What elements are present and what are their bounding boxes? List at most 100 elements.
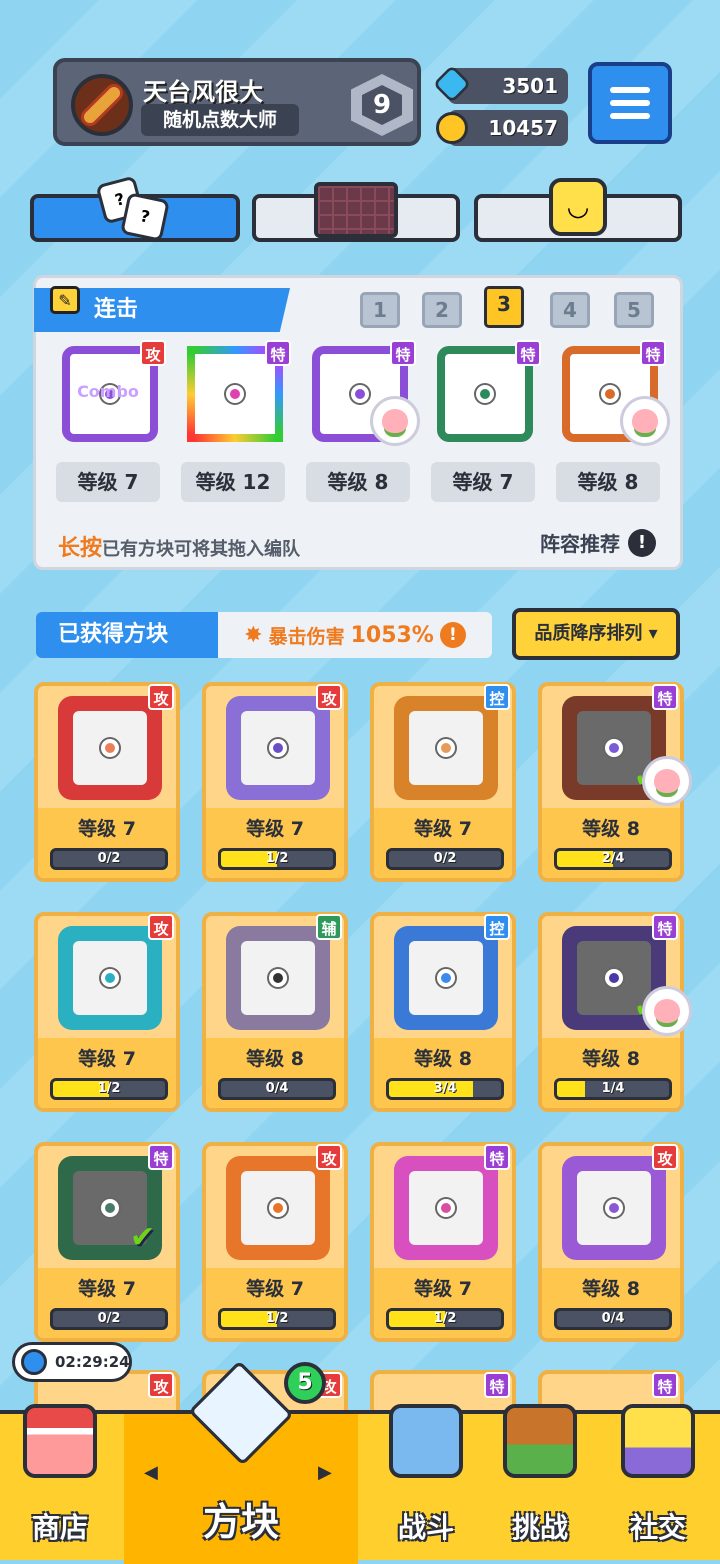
dice-face xyxy=(226,926,330,1030)
dice-dot xyxy=(605,739,623,757)
dice-inner xyxy=(241,711,315,785)
menu-button[interactable] xyxy=(588,62,672,144)
type-tag: 辅 xyxy=(316,914,342,940)
nav-right-arrow-icon[interactable]: ▶ xyxy=(318,1462,332,1483)
type-tag: 特 xyxy=(652,684,678,710)
card-level: 等级 7 xyxy=(414,1278,472,1300)
dice-inner xyxy=(73,711,147,785)
edit-icon[interactable]: ✎ xyxy=(50,286,80,314)
type-tag: 攻 xyxy=(140,340,166,366)
dice-dot xyxy=(269,969,287,987)
card-level: 等级 8 xyxy=(582,818,640,840)
combo-label: Combo xyxy=(77,382,139,401)
dice-face xyxy=(226,696,330,800)
dice-card[interactable]: 攻等级 8 0/4 xyxy=(538,1142,684,1342)
challenge-icon xyxy=(503,1404,577,1478)
page-tab-1[interactable]: 1 xyxy=(360,292,400,328)
dice-card[interactable]: 辅等级 8 0/4 xyxy=(202,912,348,1112)
progress-text: 0/2 xyxy=(433,851,457,866)
peach-icon xyxy=(642,756,692,806)
hint-highlight: 长按 xyxy=(58,536,103,561)
lineup-slot[interactable]: 攻 Combo xyxy=(56,340,166,448)
lineup-slot[interactable]: 特 xyxy=(431,340,541,448)
card-level: 等级 7 xyxy=(78,818,136,840)
upgrade-progress-bar: 1/2 xyxy=(50,1078,168,1100)
dice-dot xyxy=(101,1199,119,1217)
nav-social[interactable]: 社交 xyxy=(598,1404,718,1564)
dice-dot xyxy=(226,385,244,403)
type-tag: 攻 xyxy=(316,1144,342,1170)
slot-level: 等级 7 xyxy=(431,462,535,502)
lineup-slot[interactable]: 特 xyxy=(306,340,420,448)
dice-icon: ? ? xyxy=(95,175,170,242)
sort-button[interactable]: 品质降序排列 ▾ xyxy=(512,608,680,660)
dice-card[interactable]: 特等级 7 1/2 xyxy=(370,1142,516,1342)
dice-card[interactable]: 特 ✔ 等级 7 0/2 xyxy=(34,1142,180,1342)
dice-inner xyxy=(73,941,147,1015)
dice-card[interactable]: 攻等级 7 0/2 xyxy=(34,682,180,882)
dice-card[interactable]: 攻等级 7 1/2 xyxy=(202,1142,348,1342)
rank-badge: 9 xyxy=(351,74,413,136)
dice-dot xyxy=(605,969,623,987)
upgrade-progress-bar: 0/2 xyxy=(50,1308,168,1330)
notification-badge: 5 xyxy=(284,1362,326,1404)
dice-inner xyxy=(409,711,483,785)
upgrade-progress-bar: 1/2 xyxy=(386,1308,504,1330)
dice-card[interactable]: 控等级 8 3/4 xyxy=(370,912,516,1112)
card-level: 等级 7 xyxy=(414,818,472,840)
dice-face xyxy=(394,926,498,1030)
dice-dot xyxy=(437,969,455,987)
page-tab-4[interactable]: 4 xyxy=(550,292,590,328)
dice-inner xyxy=(409,1171,483,1245)
dice-inner xyxy=(409,941,483,1015)
dice-dot xyxy=(476,385,494,403)
upgrade-progress-bar: 0/4 xyxy=(218,1078,336,1100)
recommend-button[interactable]: 阵容推荐! xyxy=(540,528,656,557)
lineup-panel: 连击 ✎ 1 2 3 4 5 攻 Combo 等级 7 特等级 12 特等级 8 特等级 … xyxy=(33,275,683,570)
dice-card[interactable]: 特✔等级 81/4 xyxy=(538,912,692,1112)
type-tag: 特 xyxy=(265,340,291,366)
dice-dot xyxy=(351,385,369,403)
menu-line xyxy=(610,100,650,106)
page-tab-3[interactable]: 3 xyxy=(484,286,524,328)
nav-cubes[interactable]: 方块 xyxy=(124,1360,358,1564)
dice-face xyxy=(562,1156,666,1260)
player-name: 天台风很大 xyxy=(143,78,263,106)
nav-shop[interactable]: 商店 xyxy=(0,1404,120,1564)
progress-text: 1/2 xyxy=(265,851,289,866)
page-tab-5[interactable]: 5 xyxy=(614,292,654,328)
type-tag: 特 xyxy=(652,1372,678,1398)
dice-card[interactable]: 控等级 7 0/2 xyxy=(370,682,516,882)
card-level: 等级 8 xyxy=(414,1048,472,1070)
upgrade-progress-bar: 2/4 xyxy=(554,848,672,870)
timer-text: 02:29:24 xyxy=(55,1353,130,1371)
progress-text: 1/2 xyxy=(433,1311,457,1326)
tab-emoji[interactable]: ◡ xyxy=(474,178,682,242)
type-tag: 特 xyxy=(515,340,541,366)
dice-dot xyxy=(269,1199,287,1217)
hint-text: 已有方块可将其拖入编队 xyxy=(102,539,301,560)
equipped-check-icon: ✔ xyxy=(130,1220,156,1255)
clock-icon xyxy=(21,1349,47,1375)
dice-face xyxy=(394,1156,498,1260)
dice-card[interactable]: 攻等级 7 1/2 xyxy=(34,912,180,1112)
lineup-slot[interactable]: 特 xyxy=(181,340,291,448)
nav-challenge[interactable]: 挑战 xyxy=(480,1404,600,1564)
slot-level: 等级 8 xyxy=(306,462,410,502)
tab-dice[interactable]: ? ? xyxy=(30,175,240,242)
shop-timer: 02:29:24 xyxy=(12,1342,132,1382)
crit-damage-stat[interactable]: ✸ 暴击伤害 1053% ! xyxy=(218,612,492,658)
firecracker-icon xyxy=(81,84,123,126)
dice-card[interactable]: 攻等级 7 1/2 xyxy=(202,682,348,882)
type-tag: 特 xyxy=(484,1144,510,1170)
page-tab-2[interactable]: 2 xyxy=(422,292,462,328)
nav-left-arrow-icon[interactable]: ◀ xyxy=(144,1462,158,1483)
dice-card[interactable]: 特✔等级 82/4 xyxy=(538,682,692,882)
profile-card[interactable]: 天台风很大 随机点数大师 9 xyxy=(53,58,421,146)
type-tag: 特 xyxy=(640,340,666,366)
nav-battle[interactable]: 战斗 xyxy=(366,1404,486,1564)
lineup-slot[interactable]: 特 xyxy=(556,340,670,448)
nav-label: 商店 xyxy=(31,1511,88,1544)
tab-board[interactable] xyxy=(252,182,460,242)
peach-icon xyxy=(620,396,670,446)
